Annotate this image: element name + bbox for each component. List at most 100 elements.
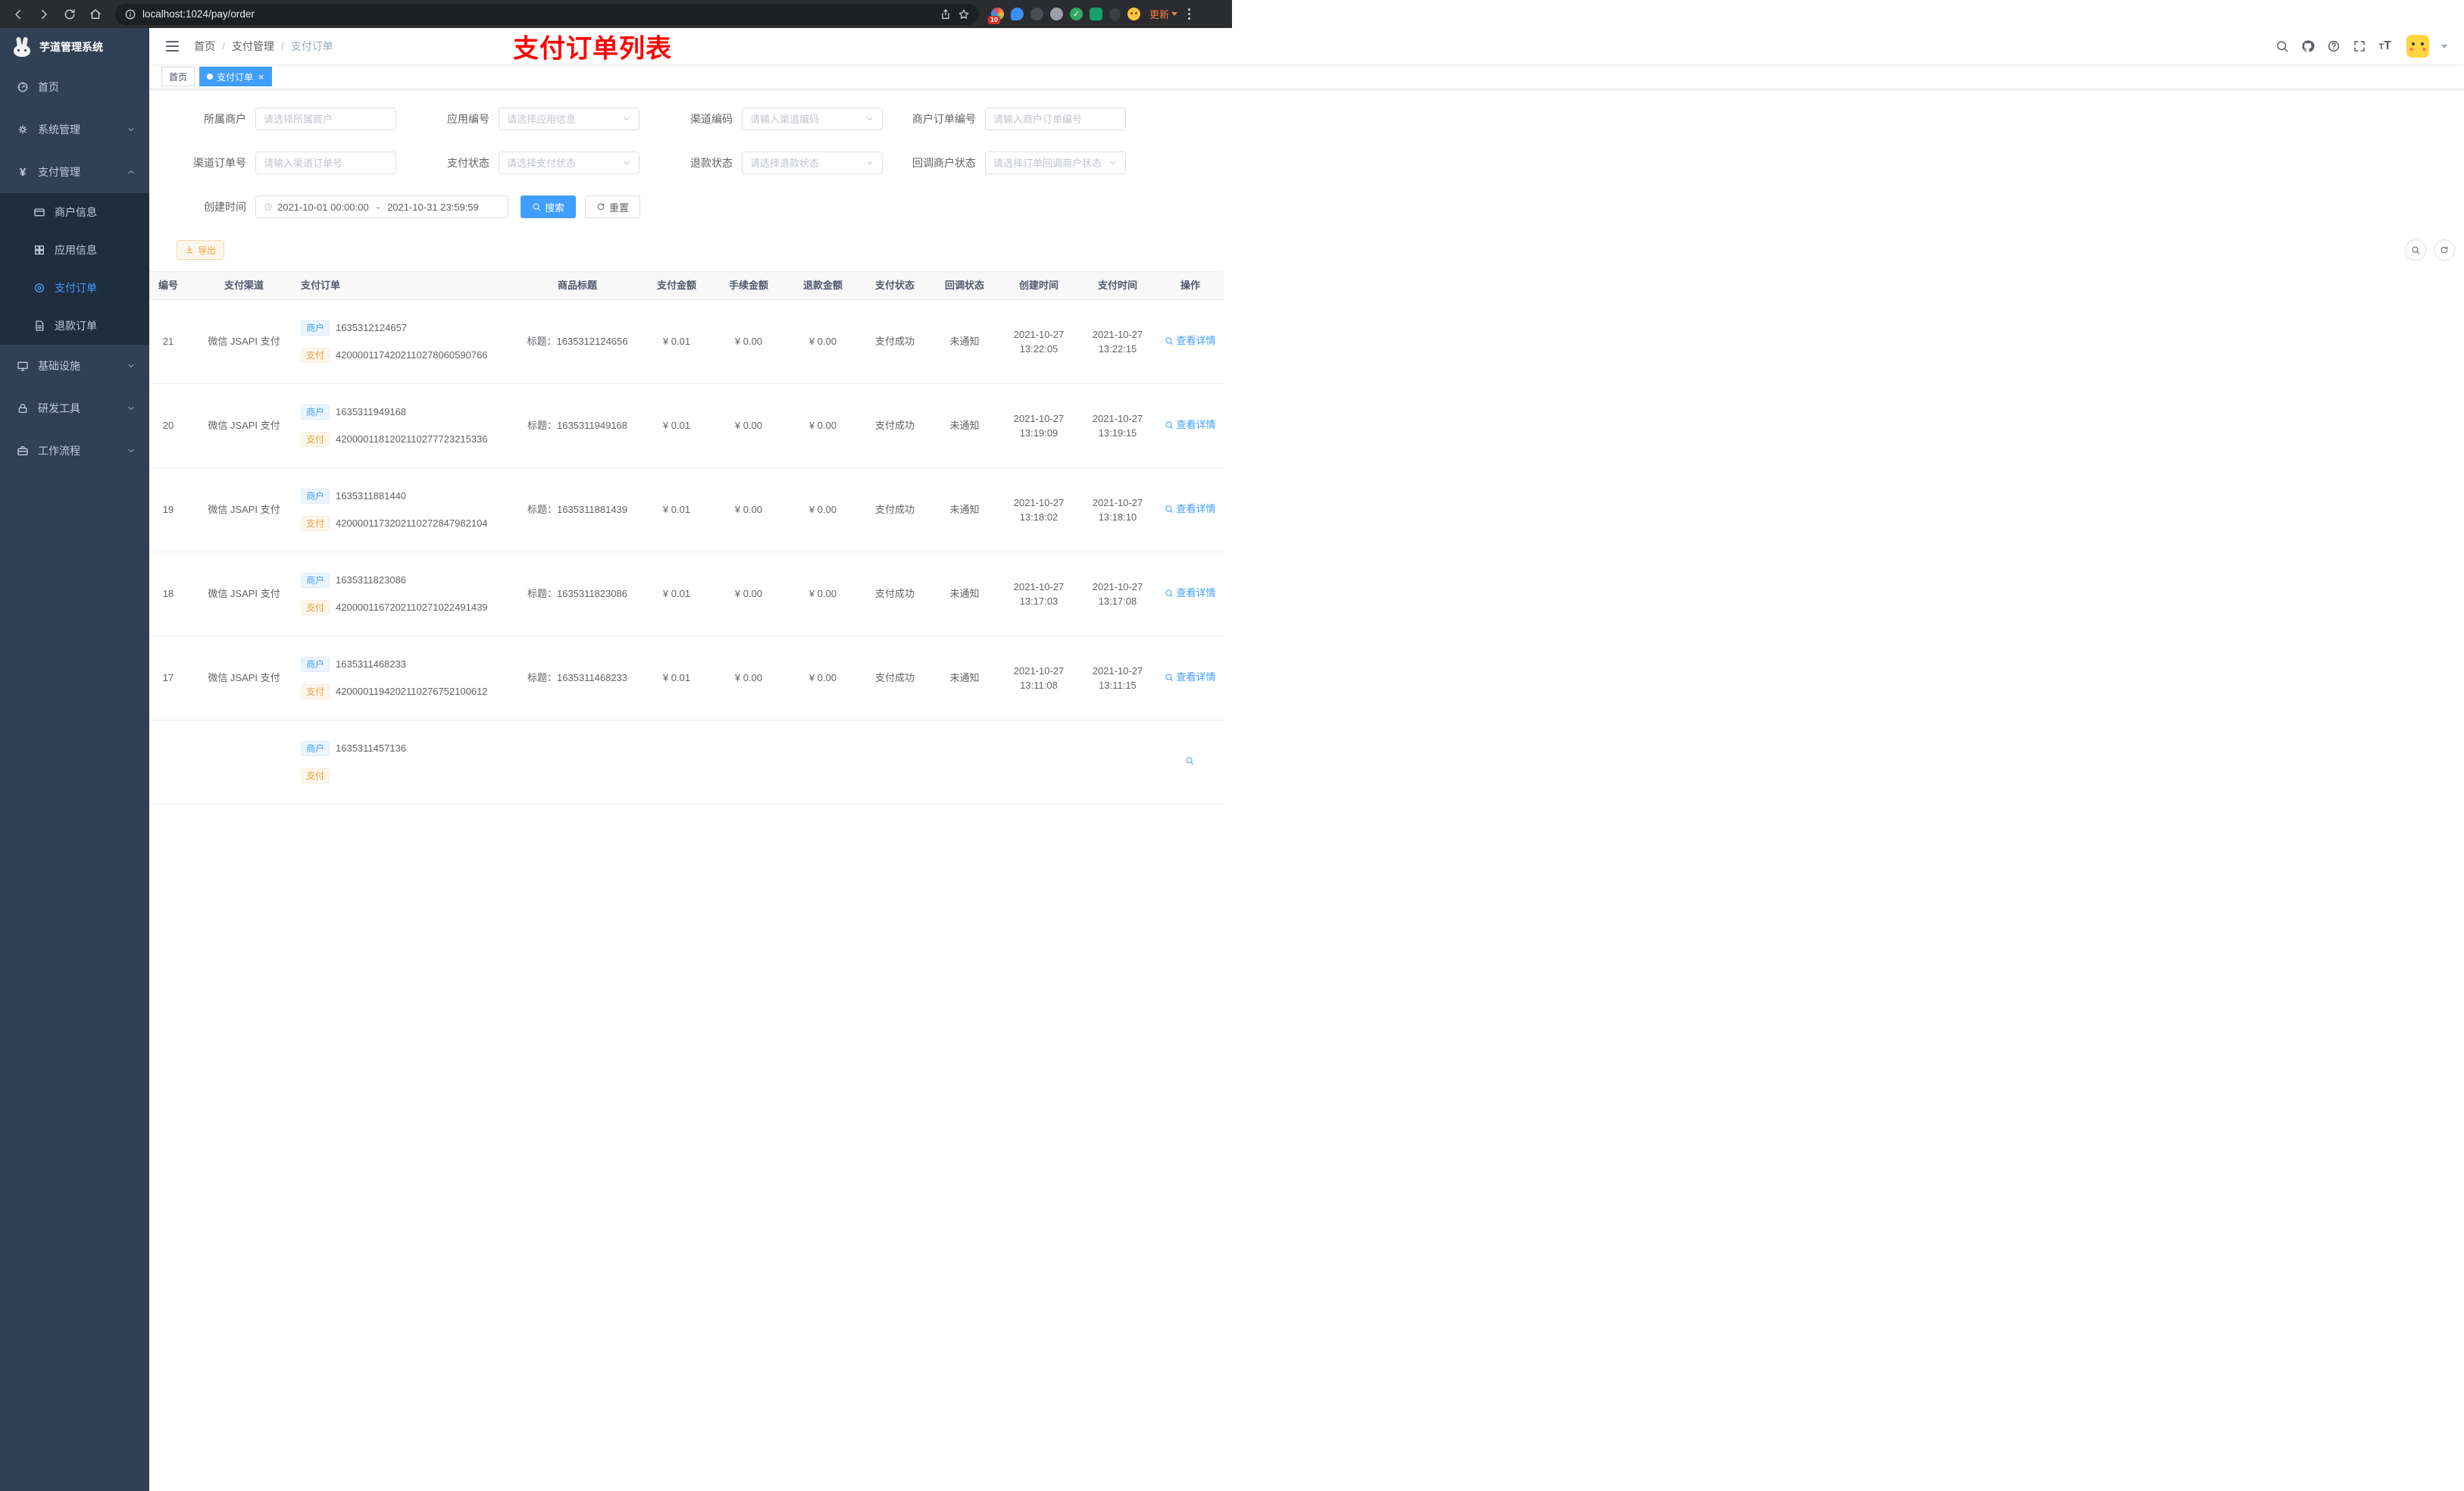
tab-pay-order[interactable]: 支付订单 × <box>199 67 272 86</box>
view-detail-link[interactable]: 查看详情 <box>1165 333 1216 349</box>
refresh-table-button[interactable] <box>2434 239 2455 261</box>
date-range-picker[interactable]: 2021-10-01 00:00:00 - 2021-10-31 23:59:5… <box>255 195 508 218</box>
extension-icon[interactable] <box>1090 8 1102 20</box>
tab-close-icon[interactable]: × <box>258 72 264 82</box>
forward-button[interactable] <box>33 4 55 25</box>
cell-channel: 微信 JSAPI 支付 <box>208 336 280 348</box>
view-detail-link[interactable] <box>1185 756 1196 765</box>
extension-icon[interactable] <box>1106 5 1124 23</box>
cell-amount: ¥ 0.01 <box>662 672 691 684</box>
update-label: 更新 <box>1149 9 1170 20</box>
view-detail-link[interactable]: 查看详情 <box>1165 502 1216 517</box>
hide-search-button[interactable] <box>2405 239 2426 261</box>
extension-icon[interactable] <box>1030 8 1043 20</box>
sidebar-item-app-info[interactable]: 应用信息 <box>0 231 149 269</box>
avatar[interactable] <box>2406 35 2429 58</box>
cell-order: 商户 1635311881440 支付 42000011732021102728… <box>293 488 513 532</box>
gear-icon <box>18 125 27 134</box>
pay-order-no: 4200001167202110271022491439 <box>336 602 488 614</box>
sidebar-item-label: 支付订单 <box>55 282 97 294</box>
extension-icon[interactable] <box>1011 8 1024 20</box>
extension-icon[interactable]: ✓ <box>1070 8 1083 20</box>
sidebar-item-system[interactable]: 系统管理 <box>0 108 149 151</box>
page-annotation: 支付订单列表 <box>513 34 672 64</box>
font-size-icon[interactable]: TT <box>2378 39 2391 53</box>
sidebar-item-dev-tools[interactable]: 研发工具 <box>0 387 149 430</box>
hamburger-icon[interactable] <box>161 36 183 56</box>
sidebar-item-refund-order[interactable]: 退款订单 <box>0 307 149 345</box>
table-row: 20 微信 JSAPI 支付 商户 1635311949168 支付 42000… <box>149 384 1224 468</box>
magnifier-icon <box>1186 757 1193 765</box>
cell-action <box>1157 755 1224 770</box>
col-header: 支付金额 <box>656 280 696 292</box>
breadcrumb: 首页 / 支付管理 / 支付订单 <box>194 39 333 54</box>
cell-pay-status: 支付成功 <box>874 420 915 432</box>
view-detail-link[interactable]: 查看详情 <box>1165 670 1216 685</box>
col-header: 操作 <box>1180 280 1200 292</box>
sidebar-item-payment[interactable]: ¥ 支付管理 <box>0 151 149 193</box>
filter-app-id: 应用编号 <box>415 108 658 130</box>
sidebar-item-workflow[interactable]: 工作流程 <box>0 430 149 472</box>
view-detail-link[interactable]: 查看详情 <box>1165 586 1216 601</box>
top-navbar: 首页 / 支付管理 / 支付订单 支付订单列表 TT <box>149 28 2464 64</box>
back-button[interactable] <box>8 4 29 25</box>
sidebar-item-label: 系统管理 <box>38 123 80 136</box>
info-icon[interactable] <box>124 8 136 20</box>
star-icon[interactable] <box>958 8 970 20</box>
chevron-down-icon <box>624 161 630 164</box>
export-button[interactable]: 导出 <box>177 240 225 260</box>
tab-home[interactable]: 首页 <box>161 67 195 86</box>
search-icon[interactable] <box>2275 39 2289 53</box>
home-button[interactable] <box>85 4 106 25</box>
table-body: 21 微信 JSAPI 支付 商户 1635312124657 支付 42000… <box>149 300 1224 805</box>
cell-refund: ¥ 0.00 <box>808 504 837 516</box>
cell-title: 标题：1635311949168 <box>527 420 628 432</box>
col-header: 商品标题 <box>557 280 597 292</box>
share-icon[interactable] <box>940 8 952 20</box>
reset-button[interactable]: 重置 <box>585 195 641 218</box>
pay-status-select[interactable] <box>499 152 639 174</box>
extension-icon[interactable] <box>1050 8 1063 20</box>
filter-row-3: 创建时间 2021-10-01 00:00:00 - 2021-10-31 23… <box>172 195 2464 218</box>
grid-icon <box>35 245 44 255</box>
search-button[interactable]: 搜索 <box>521 195 577 218</box>
pay-tag: 支付 <box>301 684 330 699</box>
breadcrumb-payment[interactable]: 支付管理 <box>232 39 274 54</box>
address-bar[interactable]: localhost:1024/pay/order <box>115 3 979 25</box>
view-detail-link[interactable]: 查看详情 <box>1165 417 1216 433</box>
channel-code-select[interactable] <box>742 108 883 130</box>
channel-order-input[interactable] <box>255 152 396 174</box>
merchant-order-input[interactable] <box>985 108 1126 130</box>
breadcrumb-home[interactable]: 首页 <box>194 39 215 54</box>
sidebar-item-pay-order[interactable]: 支付订单 <box>0 269 149 307</box>
pay-tag: 支付 <box>301 432 330 447</box>
fullscreen-icon[interactable] <box>2353 39 2366 53</box>
app-select[interactable] <box>499 108 639 130</box>
cell-action: 查看详情 <box>1157 417 1224 433</box>
cell-id: 18 <box>162 588 174 600</box>
chevron-down-icon <box>1110 161 1116 164</box>
browser-update-button[interactable]: 更新 <box>1149 7 1178 21</box>
merchant-order-no: 1635311468233 <box>336 658 407 670</box>
sidebar-item-merchant-info[interactable]: 商户信息 <box>0 193 149 231</box>
notify-status-select[interactable] <box>985 152 1126 174</box>
app-logo: 芋道管理系统 <box>0 28 149 66</box>
cell-pay-time: 2021-10-27 13:17:08 <box>1092 580 1143 608</box>
filter-label: 支付状态 <box>447 157 489 169</box>
chevron-down-icon[interactable] <box>2441 44 2447 48</box>
reload-button[interactable] <box>59 4 80 25</box>
extension-icon[interactable] <box>1127 8 1140 20</box>
browser-menu-button[interactable] <box>1188 8 1191 20</box>
github-icon[interactable] <box>2301 39 2315 53</box>
cell-action: 查看详情 <box>1157 586 1224 602</box>
sidebar-item-home[interactable]: 首页 <box>0 66 149 108</box>
refund-status-select[interactable] <box>742 152 883 174</box>
merchant-input[interactable] <box>255 108 396 130</box>
extension-icon[interactable]: 10 <box>988 8 1004 24</box>
question-icon[interactable] <box>2327 39 2340 53</box>
filter-merchant-order-no: 商户订单编号 <box>902 108 1145 130</box>
filter-row-2: 渠道订单号 支付状态 退款状态 回调商户状态 <box>172 152 2464 174</box>
sidebar-item-infra[interactable]: 基础设施 <box>0 345 149 387</box>
table-toolbar: 导出 <box>177 239 2455 261</box>
cell-fee: ¥ 0.00 <box>734 504 763 516</box>
